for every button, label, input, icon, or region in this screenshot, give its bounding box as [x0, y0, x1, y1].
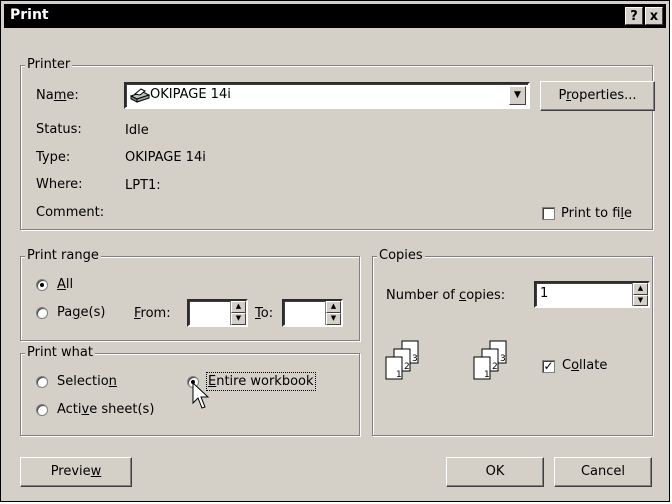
pages-radio[interactable] [36, 307, 48, 319]
printer-name-dropdown[interactable]: OKIPAGE 14i ▼ [124, 82, 530, 109]
collate-label[interactable]: Collate [562, 358, 607, 373]
copies-value: 1 [540, 286, 549, 301]
to-field[interactable]: ▲ ▼ [282, 299, 343, 327]
pages-label[interactable]: Page(s) [57, 305, 105, 320]
spin-up-icon[interactable]: ▲ [231, 301, 246, 313]
print-what-group-label: Print what [25, 345, 95, 360]
svg-text:2: 2 [492, 362, 498, 372]
where-label: Where: [36, 177, 83, 192]
where-value: LPT1: [125, 178, 161, 193]
from-label: From: [134, 306, 171, 321]
copies-field[interactable]: 1 ▲ ▼ [534, 281, 650, 308]
entire-workbook-label[interactable]: Entire workbook [206, 372, 316, 391]
window-title: Print [10, 7, 49, 23]
from-field[interactable]: ▲ ▼ [187, 299, 248, 327]
spin-down-icon[interactable]: ▼ [326, 313, 341, 325]
from-spinner[interactable]: ▲ ▼ [230, 301, 246, 325]
active-sheets-label[interactable]: Active sheet(s) [57, 402, 154, 417]
type-value: OKIPAGE 14i [125, 150, 206, 165]
selection-label[interactable]: Selection [57, 374, 117, 389]
printer-group-label: Printer [25, 57, 73, 72]
print-dialog: Print ? x Printer Name: OKIPAGE 14i ▼ Pr… [0, 0, 670, 502]
spin-down-icon[interactable]: ▼ [633, 294, 648, 306]
printer-icon [129, 87, 151, 107]
print-range-group-label: Print range [25, 248, 101, 263]
mouse-cursor-icon [192, 381, 210, 414]
number-of-copies-label: Number of copies: [386, 288, 506, 303]
copies-group-label: Copies [377, 248, 425, 263]
svg-text:3: 3 [500, 354, 506, 364]
print-to-file-checkbox[interactable] [542, 207, 555, 220]
all-radio[interactable] [36, 279, 48, 291]
status-label: Status: [36, 122, 82, 137]
properties-button-label: Properties... [558, 88, 637, 103]
help-icon: ? [630, 9, 638, 24]
help-button[interactable]: ? [625, 7, 643, 25]
chevron-down-icon[interactable]: ▼ [509, 86, 526, 105]
title-bar[interactable]: Print ? x [4, 4, 666, 28]
selection-radio[interactable] [36, 376, 48, 388]
type-label: Type: [36, 150, 71, 165]
ok-button-label: OK [485, 464, 505, 479]
preview-button-label: Preview [50, 464, 102, 479]
print-what-group: Print what [20, 345, 360, 436]
all-label[interactable]: All [57, 277, 73, 292]
active-sheets-radio[interactable] [36, 404, 48, 416]
svg-text:2: 2 [404, 362, 410, 372]
copies-spinner[interactable]: ▲ ▼ [632, 283, 648, 306]
spin-up-icon[interactable]: ▲ [633, 283, 648, 295]
collate-illustration-icon: 3 2 1 3 2 1 [384, 339, 534, 391]
spin-up-icon[interactable]: ▲ [326, 301, 341, 313]
svg-text:3: 3 [412, 354, 418, 364]
status-value: Idle [125, 123, 149, 138]
comment-label: Comment: [36, 205, 105, 220]
to-label: To: [255, 306, 274, 321]
spin-down-icon[interactable]: ▼ [231, 313, 246, 325]
close-button[interactable]: x [645, 7, 663, 25]
name-label: Name: [36, 88, 79, 103]
ok-button[interactable]: OK [446, 457, 544, 487]
print-to-file-label[interactable]: Print to file [561, 206, 632, 221]
cancel-button-label: Cancel [580, 464, 626, 479]
svg-text:1: 1 [484, 370, 490, 380]
to-spinner[interactable]: ▲ ▼ [325, 301, 341, 325]
close-icon: x [649, 9, 659, 24]
properties-button[interactable]: Properties... [540, 81, 655, 111]
preview-button[interactable]: Preview [20, 457, 132, 487]
printer-name-value: OKIPAGE 14i [150, 87, 231, 102]
svg-text:1: 1 [396, 370, 402, 380]
cancel-button[interactable]: Cancel [554, 457, 652, 487]
collate-checkbox[interactable]: ✓ [542, 360, 555, 373]
